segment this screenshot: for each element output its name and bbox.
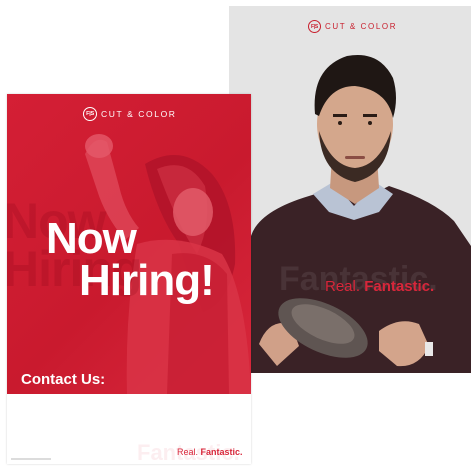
- fine-print: [11, 458, 51, 460]
- poster-front: Now Hiring F|S CUT & COLOR Now Hiring! C…: [7, 94, 251, 464]
- tagline: Real. Fantastic.: [177, 447, 243, 457]
- brand-logo: F|S CUT & COLOR: [308, 20, 397, 33]
- tagline: Real. Fantastic.: [325, 278, 434, 295]
- contact-label: Contact Us:: [21, 371, 106, 388]
- brand-logo: F|S CUT & COLOR: [83, 107, 177, 121]
- tagline-regular: Real.: [177, 447, 199, 457]
- brand-name: CUT & COLOR: [325, 22, 398, 31]
- logo-mark-icon: F|S: [308, 20, 321, 33]
- headline-line-1: Now: [46, 214, 137, 263]
- brand-name: CUT & COLOR: [101, 109, 177, 119]
- tagline-bold: Fantastic.: [200, 447, 243, 457]
- poster-red-panel: Now Hiring F|S CUT & COLOR Now Hiring! C…: [7, 94, 251, 394]
- headline: Now Hiring!: [46, 214, 215, 305]
- tagline-regular: Real.: [325, 278, 361, 295]
- headline-line-2: Hiring!: [79, 256, 215, 305]
- man-photo: [249, 54, 471, 373]
- poster-back: Fantastic. F|S CUT & COLOR Real. Fantast…: [229, 6, 471, 373]
- tagline-bold: Fantastic.: [364, 278, 435, 295]
- logo-mark-icon: F|S: [83, 107, 97, 121]
